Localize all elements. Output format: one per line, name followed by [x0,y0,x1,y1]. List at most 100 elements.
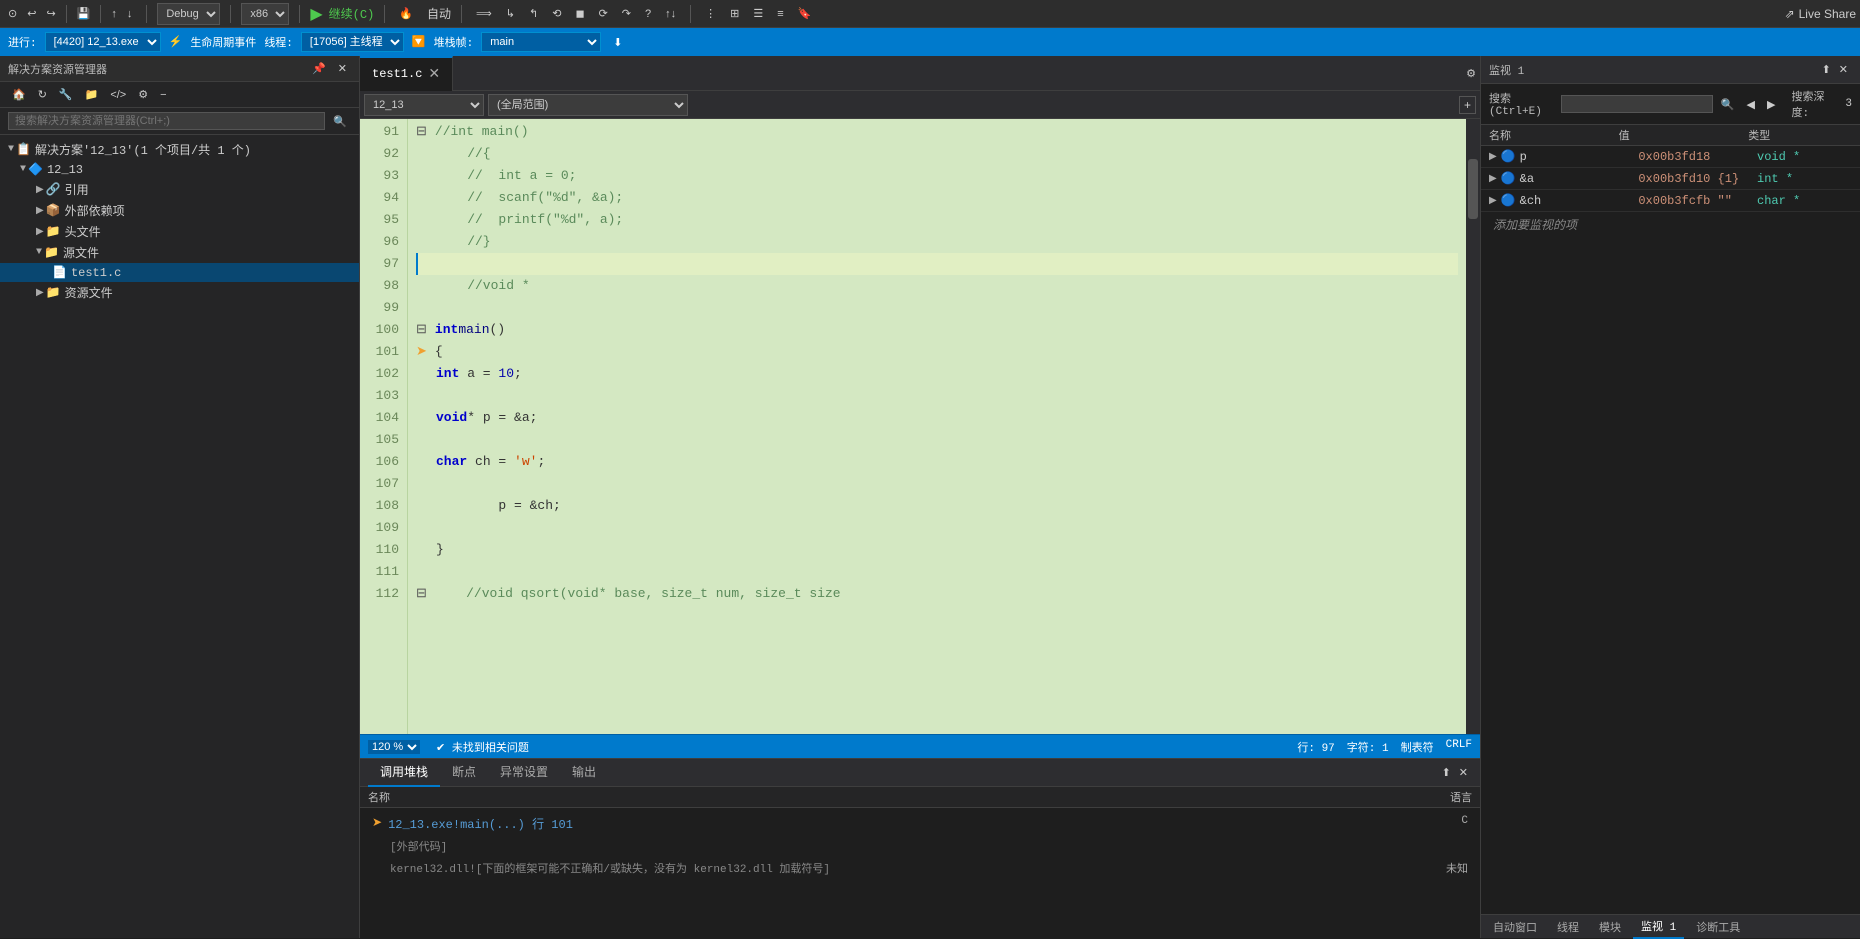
stack-select[interactable]: main [481,32,601,52]
watch-row-a[interactable]: ▶ 🔵 &a 0x00b3fd10 {1} int * [1481,168,1860,190]
debug-nav2[interactable]: ↳ [502,5,519,22]
bottom-tab-output[interactable]: 输出 [560,759,608,787]
bottom-panel-expand[interactable]: ⬆ [1438,764,1455,781]
watch-tab-modules[interactable]: 模块 [1591,915,1629,939]
bottom-tab-exceptions[interactable]: 异常设置 [488,759,560,787]
call-col-name: 名称 [368,789,1450,805]
minus-btn[interactable]: − [156,87,170,103]
debug-nav1[interactable]: ⟹ [472,5,496,22]
code-container[interactable]: 91 92 93 94 95 96 97 98 99 100 101 102 1… [360,119,1480,734]
tree-refs[interactable]: ▶ 🔗 引用 [0,179,359,200]
depth-value: 3 [1845,98,1852,110]
watch-ch-value: 0x00b3fcfb "" [1638,194,1757,208]
line-93: // int a = 0; [416,165,1458,187]
continue-btn[interactable]: ▶ [310,4,322,24]
more-btn3[interactable]: ☰ [749,5,767,22]
debug-bar: 进行: [4420] 12_13.exe ⚡ 生命周期事件 线程: [17056… [0,28,1860,56]
settings-btn[interactable]: ⚙ [134,86,152,103]
expand-a-icon[interactable]: ▶ [1489,173,1497,185]
sidebar-close-btn[interactable]: ✕ [334,60,351,77]
refresh-btn[interactable]: ↻ [34,86,51,103]
debug-nav4[interactable]: ⟲ [548,5,565,22]
back-btn[interactable]: ⊙ [4,5,21,22]
redo-btn[interactable]: ↪ [42,5,59,22]
watch-tab-watch1[interactable]: 监视 1 [1633,915,1684,939]
process-select[interactable]: [4420] 12_13.exe [45,32,161,52]
tree-sources[interactable]: ▼ 📁 源文件 [0,242,359,263]
watch-tab-thread[interactable]: 线程 [1549,915,1587,939]
watch-search-btn[interactable]: 🔍 [1717,96,1739,113]
tree-external-deps[interactable]: ▶ 📦 外部依赖项 [0,200,359,221]
tab-close-btn[interactable]: ✕ [428,66,440,83]
watch-header: 监视 1 ⬆ ✕ [1481,56,1860,84]
watch-row-ch[interactable]: ▶ 🔵 &ch 0x00b3fcfb "" char * [1481,190,1860,212]
file-label: test1.c [71,266,121,280]
watch-expand-btn[interactable]: ⬆ [1818,61,1835,78]
more-btn4[interactable]: ≡ [773,6,787,22]
nav-left-select[interactable]: 12_13 [364,94,484,116]
zoom-select[interactable]: 120 % [368,740,420,754]
more-btn1[interactable]: ⋮ [701,5,720,22]
tab-name: test1.c [372,67,422,81]
expand-ch-icon[interactable]: ▶ [1489,195,1497,207]
undo-btn[interactable]: ↩ [23,5,40,22]
bottom-panel-close[interactable]: ✕ [1455,764,1472,781]
tree-solution[interactable]: ▼ 📋 解决方案'12_13'(1 个项目/共 1 个) [0,139,359,160]
show-files-btn[interactable]: 📁 [81,86,103,103]
nav-add-btn[interactable]: + [1459,96,1476,114]
nav-mid-select[interactable]: (全局范围) [488,94,688,116]
call-row-main[interactable]: ➤ 12_13.exe!main(...) 行 101 C [360,812,1480,835]
expand-p-icon[interactable]: ▶ [1489,151,1497,163]
watch-nav-next[interactable]: ▶ [1763,96,1779,113]
live-share-btn[interactable]: ⇗ Live Share [1785,7,1856,21]
save-btn[interactable]: 💾 [73,5,95,22]
stack-nav[interactable]: ⬇ [609,34,626,51]
status-row: 行: 97 [1297,739,1334,755]
new-solution-btn[interactable]: 🏠 [8,86,30,103]
tree-headers[interactable]: ▶ 📁 头文件 [0,221,359,242]
call-row-external[interactable]: [外部代码] [360,835,1480,857]
watch-add-item[interactable]: 添加要监视的项 [1481,212,1860,237]
thread-select[interactable]: [17056] 主线程 [301,32,404,52]
properties-btn[interactable]: 🔧 [55,86,77,103]
more-btn2[interactable]: ⊞ [726,5,743,22]
sidebar-search-input[interactable] [8,112,325,130]
debug-nav3[interactable]: ↰ [525,5,542,22]
debug-nav5[interactable]: ◼ [571,5,588,22]
watch-row-p[interactable]: ▶ 🔵 p 0x00b3fd18 void * [1481,146,1860,168]
watch-tab-auto[interactable]: 自动窗口 [1485,915,1545,939]
watch-tab-diagnostics[interactable]: 诊断工具 [1688,915,1748,939]
call-row-kernel[interactable]: kernel32.dll![下面的框架可能不正确和/或缺失，没有为 kernel… [360,857,1480,879]
debug-nav6[interactable]: ⟳ [595,5,612,22]
code-editor[interactable]: ⊟//int main() //{ // int a = 0; // scanf… [408,119,1466,734]
editor-scrollbar[interactable] [1466,119,1480,734]
bottom-tab-breakpoints[interactable]: 断点 [440,759,488,787]
editor-settings-btn[interactable]: ⚙ [1462,65,1480,82]
debug-nav8[interactable]: ? [641,6,655,22]
more-btn5[interactable]: 🔖 [794,5,816,22]
debug-nav7[interactable]: ↷ [618,5,635,22]
process-label: 进行: [8,34,37,50]
bottom-tab-callstack[interactable]: 调用堆栈 [368,759,440,787]
main-area: 解决方案资源管理器 📌 ✕ 🏠 ↻ 🔧 📁 </> ⚙ − 🔍 ▼ 📋 解决方案… [0,56,1860,938]
watch-nav-prev[interactable]: ◀ [1743,96,1759,113]
tree-resources[interactable]: ▶ 📁 资源文件 [0,282,359,303]
code-view-btn[interactable]: </> [106,87,130,103]
git-btn2[interactable]: ↓ [123,6,137,22]
sidebar-pin-btn[interactable]: 📌 [308,60,330,77]
watch-close-btn[interactable]: ✕ [1835,61,1852,78]
lifecycle-icon: ⚡ [169,35,183,49]
git-btn[interactable]: ↑ [107,6,121,22]
debug-config-select[interactable]: Debug [157,3,220,25]
editor-tab-test1[interactable]: test1.c ✕ [360,56,453,91]
debug-nav9[interactable]: ↑↓ [661,6,680,22]
arch-select[interactable]: x86 [241,3,289,25]
tree-file[interactable]: 📄 test1.c [0,263,359,282]
sidebar-search-btn[interactable]: 🔍 [329,113,351,130]
tree-project[interactable]: ▼ 🔷 12_13 [0,160,359,179]
watch-search-input[interactable] [1561,95,1713,113]
project-label: 12_13 [47,163,83,177]
watch-panel: 监视 1 ⬆ ✕ 搜索(Ctrl+E) 🔍 ◀ ▶ 搜索深度: 3 名称 值 类… [1480,56,1860,938]
res-icon: 📁 [46,285,61,300]
fire-btn[interactable]: 🔥 [395,5,417,22]
